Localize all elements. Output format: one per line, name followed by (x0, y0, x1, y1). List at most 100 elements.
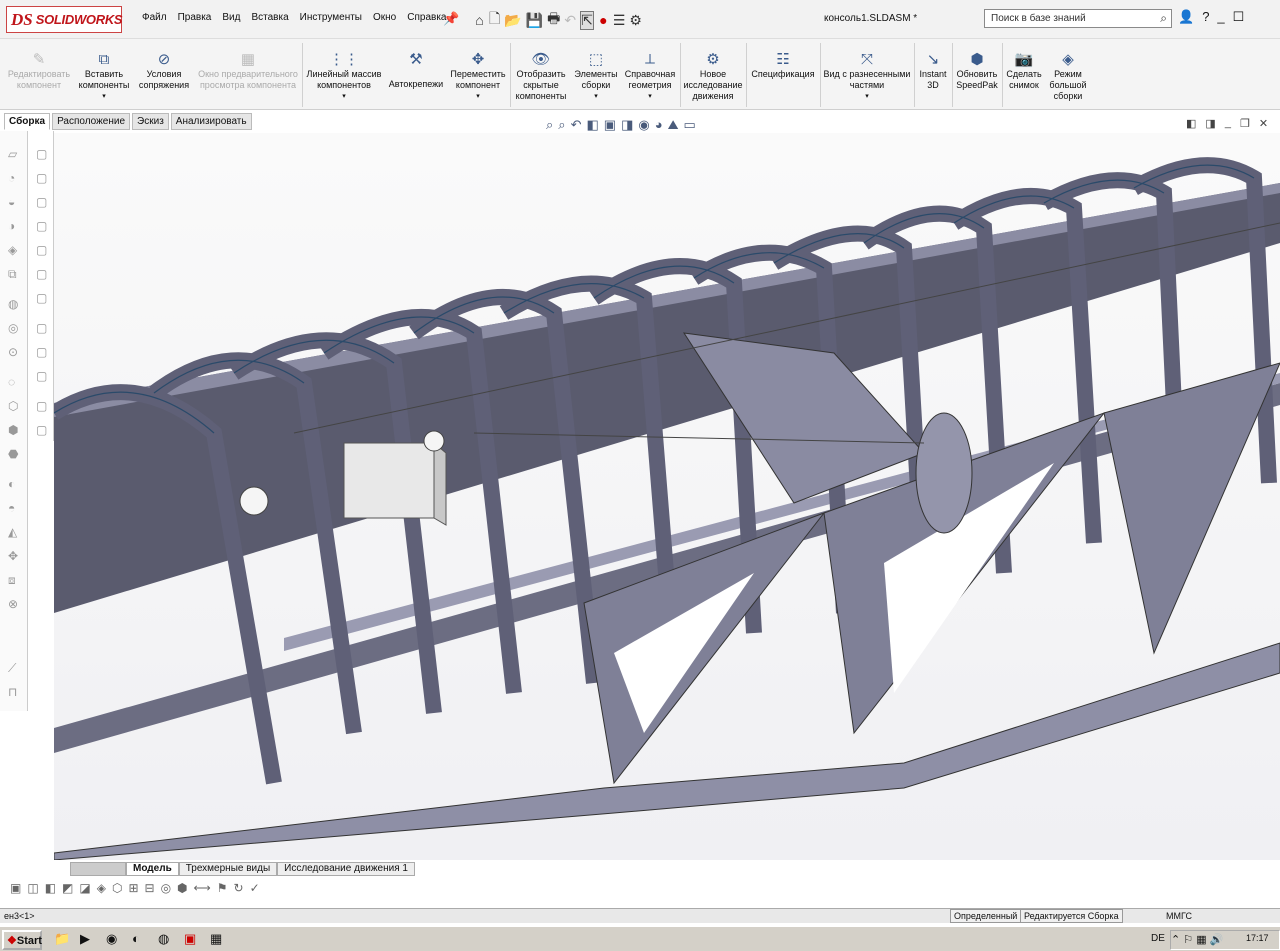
zoom-to-fit-icon[interactable]: ⌕ (546, 117, 553, 133)
instant3d-button[interactable]: ↘ Instant 3D (916, 39, 950, 111)
render-icon[interactable]: ◎ (161, 881, 171, 895)
reference-geometry-button[interactable]: ⟂ Справочная геометрия ▾ (622, 39, 678, 111)
weldment-icon[interactable]: ⊞ (128, 881, 138, 895)
solidworks-taskbar-icon[interactable]: ▣ (184, 931, 200, 947)
browser-icon[interactable]: ◐ (132, 931, 148, 947)
viewport-close-icon[interactable]: ✕ (1259, 117, 1268, 130)
search-icon[interactable]: ⌕ (1160, 11, 1167, 26)
sheetmetal-icon[interactable]: ⬡ (112, 881, 122, 895)
view-settings-icon[interactable]: ▭ (683, 117, 695, 133)
component-2-icon[interactable]: ▢ (36, 171, 47, 185)
appearance-icon[interactable]: ◕ (655, 117, 663, 133)
options-icon[interactable]: ☰ (613, 12, 626, 29)
move-component-button[interactable]: ✥ Переместить компонент ▾ (448, 39, 508, 111)
search-input[interactable]: Поиск в базе знаний ⌕ (984, 9, 1172, 28)
tab-layout[interactable]: Расположение (52, 113, 131, 130)
tab-motion-study[interactable]: Исследование движения 1 (277, 862, 415, 876)
assembly-icon[interactable]: ◫ (27, 881, 38, 895)
menu-file[interactable]: Файл (142, 12, 167, 23)
fillet-tool-icon[interactable]: ◑ (8, 219, 15, 233)
minimize-icon[interactable]: _ (1217, 9, 1224, 25)
scene-icon[interactable]: ⛰ (668, 117, 679, 133)
split-panel-icon[interactable]: ◨ (1205, 117, 1215, 130)
display-style-icon[interactable]: ◨ (621, 117, 633, 133)
tab-3d-views[interactable]: Трехмерные виды (178, 862, 278, 876)
flag-icon[interactable]: ⚑ (217, 881, 228, 895)
menu-view[interactable]: Вид (222, 12, 240, 23)
select-icon[interactable]: ⇱ (580, 10, 594, 30)
indent-tool-icon[interactable]: ◓ (8, 501, 15, 515)
split-tool-icon[interactable]: ◭ (8, 525, 17, 539)
section-view-icon[interactable]: ◧ (586, 117, 598, 133)
tab-evaluate[interactable]: Анализировать (170, 113, 252, 130)
firefox-icon[interactable]: ◍ (158, 931, 174, 947)
move-tool-icon[interactable]: ✥ (8, 549, 18, 563)
print-icon[interactable]: 🖶 (547, 8, 560, 32)
bracket-tool-icon[interactable]: ⊓ (8, 685, 17, 699)
component-1-icon[interactable]: ▢ (36, 147, 47, 161)
assembly-features-button[interactable]: ⬚ Элементы сборки ▾ (572, 39, 620, 111)
view-orientation-icon[interactable]: ▣ (604, 117, 616, 133)
component-11-icon[interactable]: ▢ (36, 399, 47, 413)
home-icon[interactable]: ⌂ (474, 12, 485, 28)
component-5-icon[interactable]: ▢ (36, 243, 47, 257)
units-selector[interactable]: ММГС (1166, 911, 1192, 921)
start-button[interactable]: ❖Start (2, 930, 42, 950)
insert-components-button[interactable]: ⧉ Вставить компоненты ▾ (76, 39, 132, 111)
menu-insert[interactable]: Вставка (251, 12, 288, 23)
pattern-tool-icon[interactable]: ◈ (8, 243, 17, 257)
maximize-icon[interactable]: ☐ (1233, 9, 1245, 25)
component-3-icon[interactable]: ▢ (36, 195, 47, 209)
previous-view-icon[interactable]: ↶ (571, 117, 582, 133)
solidworks-logo[interactable]: DS SOLIDWORKS (6, 6, 123, 33)
evaluate-icon[interactable]: ✓ (250, 881, 260, 895)
tab-model[interactable]: Модель (126, 862, 179, 876)
large-assembly-button[interactable]: ◈ Режим большой сборки (1046, 39, 1090, 111)
linear-pattern-button[interactable]: ⋮⋮ Линейный массив компонентов ▾ (304, 39, 384, 111)
motion-study-button[interactable]: ⚙ Новое исследование движения (682, 39, 744, 111)
measure-tool-icon[interactable]: ⟋ (8, 661, 16, 676)
component-6-icon[interactable]: ▢ (36, 267, 47, 281)
restore-panel-icon[interactable]: ◧ (1186, 117, 1196, 130)
mirror-tool-icon[interactable]: ⧉ (8, 267, 17, 282)
viewport-restore-icon[interactable]: ❐ (1240, 117, 1250, 130)
component-4-icon[interactable]: ▢ (36, 219, 47, 233)
menu-window[interactable]: Окно (373, 12, 396, 23)
user-icon[interactable]: 👤 (1178, 9, 1194, 25)
rib-tool-icon[interactable]: ◍ (8, 297, 18, 311)
rebuild-icon[interactable]: ● (598, 12, 609, 28)
tab-assembly[interactable]: Сборка (4, 113, 51, 130)
component-9-icon[interactable]: ▢ (36, 345, 47, 359)
volume-icon[interactable]: 🔊 (1210, 934, 1224, 946)
explorer-icon[interactable]: 📁 (54, 931, 70, 947)
sketch-icon[interactable]: ◩ (62, 881, 73, 895)
snapshot-button[interactable]: 📷 Сделать снимок (1004, 39, 1044, 111)
tray-arrow-icon[interactable]: ⌃ (1171, 934, 1180, 946)
viewer-icon[interactable]: ▦ (210, 931, 226, 947)
feature-icon[interactable]: ◪ (79, 881, 90, 895)
zoom-area-icon[interactable]: ⌕ (558, 117, 565, 133)
draft-tool-icon[interactable]: ◎ (8, 321, 18, 335)
bom-button[interactable]: ☷ Спецификация (748, 39, 818, 111)
hide-show-icon[interactable]: ◉ (638, 117, 649, 133)
orientation-icon[interactable]: ⬢ (177, 881, 187, 895)
help-icon[interactable]: ? (1202, 9, 1209, 25)
fasteners-button[interactable]: ⚒ Автокрепежи (386, 39, 446, 111)
speedpak-button[interactable]: ⬢ Обновить SpeedPak (954, 39, 1000, 111)
surface-icon[interactable]: ◈ (97, 881, 106, 895)
edit-component-button[interactable]: ✎ Редактировать компонент (6, 39, 72, 111)
gear-icon[interactable]: ⚙ (629, 12, 642, 29)
graphics-area[interactable] (54, 133, 1280, 860)
dome-tool-icon[interactable]: ⊙ (8, 345, 18, 359)
motion-icon[interactable]: ↻ (234, 881, 244, 895)
tab-scroll-arrows[interactable] (70, 862, 126, 876)
flex-tool-icon[interactable]: ⬣ (8, 447, 18, 461)
pin-icon[interactable]: 📌 (443, 11, 459, 27)
show-hidden-button[interactable]: 👁 Отобразить скрытые компоненты (512, 39, 570, 111)
language-indicator[interactable]: DE (1151, 933, 1165, 944)
preview-window-button[interactable]: ▦ Окно предварительного просмотра компоне… (196, 39, 300, 111)
viewport-minimize-icon[interactable]: _ (1225, 117, 1231, 130)
sketch-tool-icon[interactable]: ▱ (8, 147, 17, 161)
app-icon[interactable]: ◉ (106, 931, 122, 947)
tab-sketch[interactable]: Эскиз (132, 113, 169, 130)
